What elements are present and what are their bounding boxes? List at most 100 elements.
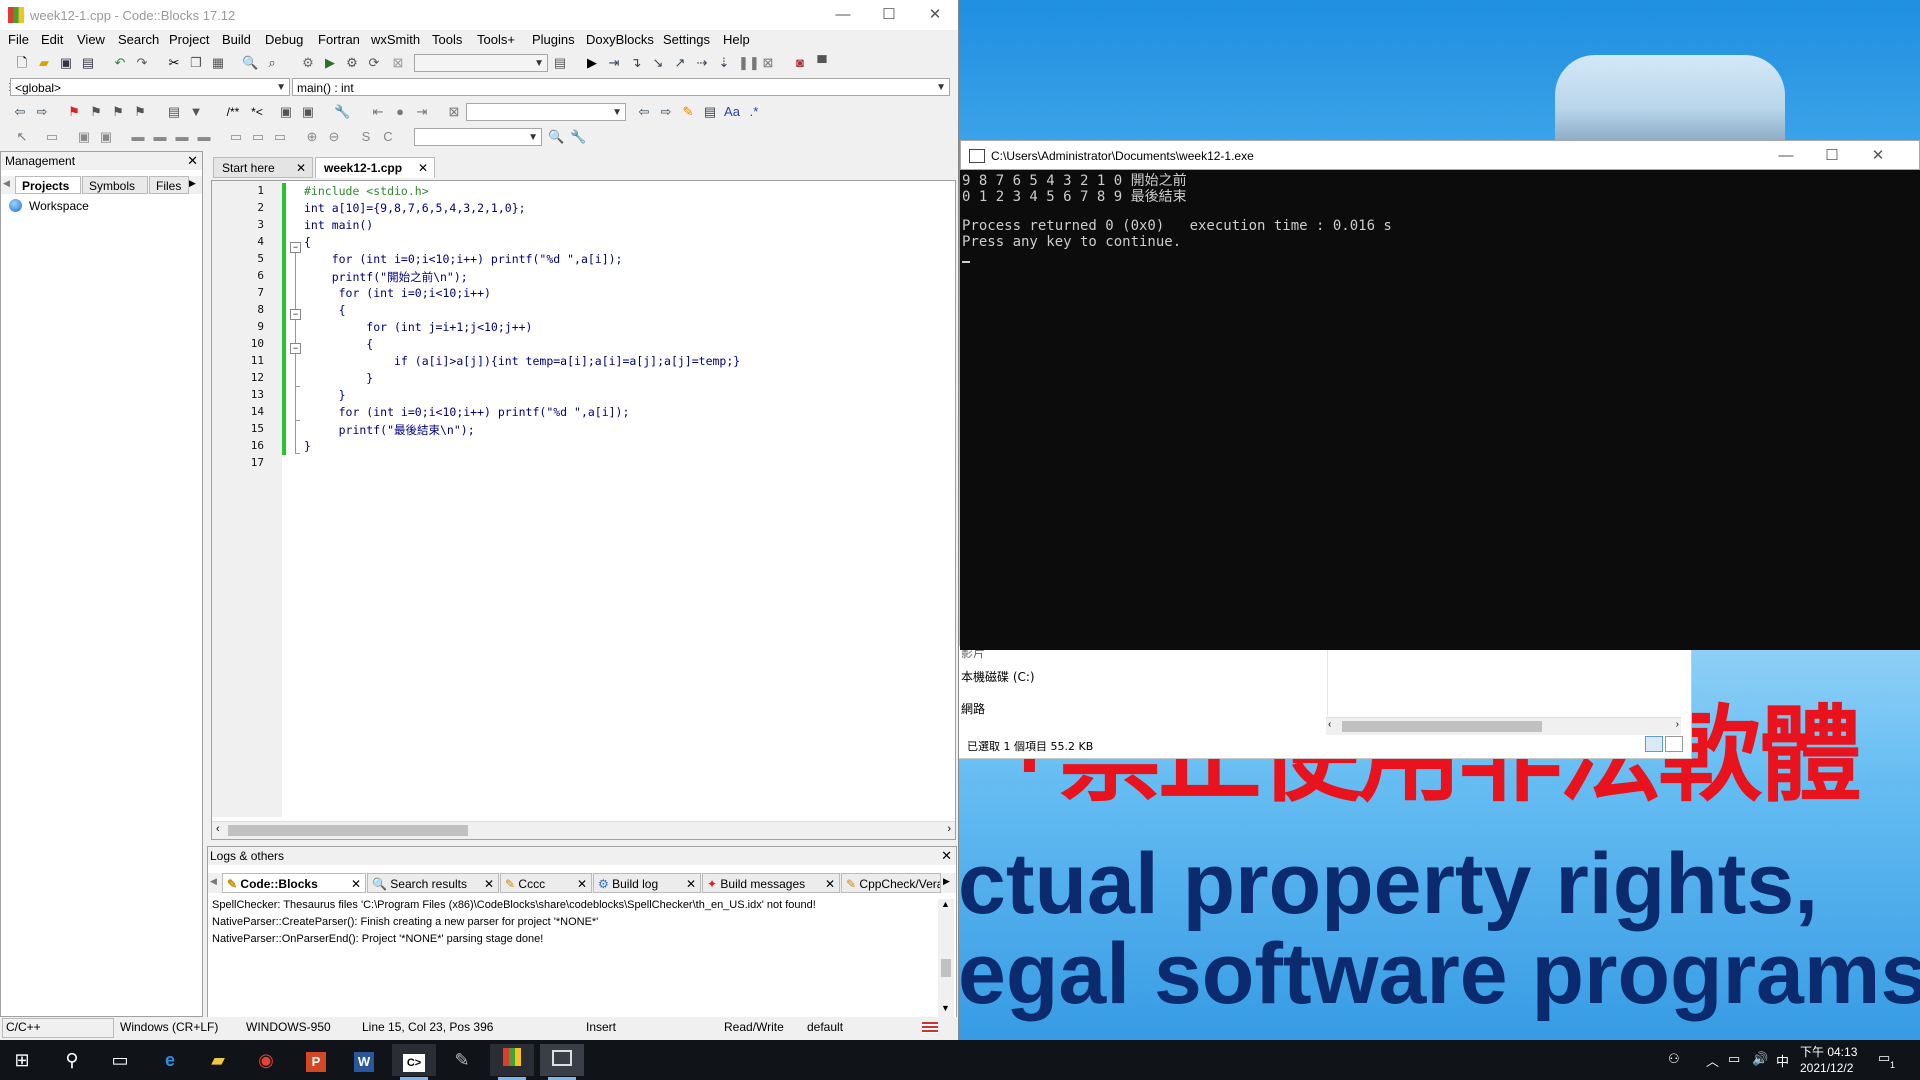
tab-cccc[interactable]: ✎ Cccc ✕ xyxy=(500,873,592,893)
tab-scroll-left-icon[interactable]: ◀ xyxy=(3,178,10,189)
static-box-icon[interactable]: ▬ xyxy=(196,129,212,145)
close-icon[interactable]: ✕ xyxy=(941,847,952,865)
explorer-nav-drive[interactable]: 本機磁碟 (C:) xyxy=(961,668,1035,685)
close-icon[interactable]: ✕ xyxy=(418,158,428,179)
close-button[interactable]: ✕ xyxy=(1855,141,1901,171)
debug-windows-icon[interactable]: ◙ xyxy=(792,55,808,71)
code-line[interactable]: printf("最後結束\n"); xyxy=(304,422,475,438)
code-line[interactable]: for (int j=i+1;j<10;j++) xyxy=(304,320,532,334)
word-icon[interactable]: W xyxy=(342,1044,386,1076)
scroll-right-icon[interactable]: › xyxy=(947,823,951,835)
doxy-run-icon[interactable]: ▼ xyxy=(188,104,204,120)
wrench-icon[interactable]: 🔧 xyxy=(334,104,350,120)
step-out-icon[interactable]: ↗ xyxy=(672,55,688,71)
close-icon[interactable]: ✕ xyxy=(686,874,696,892)
menu-fortran[interactable]: Fortran xyxy=(318,32,360,47)
run-icon[interactable]: ▶ xyxy=(322,55,338,71)
step-into-instruction-icon[interactable]: ⇣ xyxy=(716,55,732,71)
spellcheck-flag-icon[interactable] xyxy=(922,1022,938,1033)
tab-codeblocks-log[interactable]: ✎ Code::Blocks ✕ xyxy=(222,873,366,893)
debug-start-icon[interactable]: ▶ xyxy=(584,55,600,71)
volume-icon[interactable]: 🔊 xyxy=(1752,1051,1768,1067)
wxsmith-combo[interactable]: ▼ xyxy=(414,128,542,146)
code-line[interactable]: { xyxy=(304,337,373,351)
pointer-icon[interactable]: ↖ xyxy=(14,129,30,145)
doxy-extract-icon[interactable]: ▤ xyxy=(166,104,182,120)
menu-search[interactable]: Search xyxy=(118,32,159,47)
clock-date[interactable]: 2021/12/2 xyxy=(1800,1061,1853,1075)
people-icon[interactable]: ⚇ xyxy=(1668,1051,1680,1067)
tab-scroll-left-icon[interactable]: ◀ xyxy=(210,876,217,887)
stop-debug-icon[interactable]: ⊠ xyxy=(760,55,776,71)
menu-plugins[interactable]: Plugins xyxy=(532,32,575,47)
close-icon[interactable]: ✕ xyxy=(296,158,306,179)
close-icon[interactable]: ✕ xyxy=(825,874,835,892)
tab-week12-cpp[interactable]: week12-1.cpp ✕ xyxy=(315,157,435,178)
image-icon[interactable]: ▣ xyxy=(76,129,92,145)
menu-view[interactable]: View xyxy=(77,32,105,47)
fold-toggle-icon[interactable]: − xyxy=(290,343,301,354)
tools-icon[interactable]: 🔧 xyxy=(570,129,586,145)
margin-icon[interactable]: ▭ xyxy=(272,129,288,145)
highlight-icon[interactable]: ✎ xyxy=(680,104,696,120)
menu-wxsmith[interactable]: wxSmith xyxy=(371,32,420,47)
various-info-icon[interactable]: ▀ xyxy=(814,55,830,71)
editor-hscrollbar[interactable]: ‹ › xyxy=(212,821,955,839)
menu-help[interactable]: Help xyxy=(723,32,750,47)
menu-file[interactable]: File xyxy=(8,32,29,47)
search-next-icon[interactable]: ⇨ xyxy=(658,104,674,120)
scroll-right-icon[interactable]: › xyxy=(1676,719,1679,730)
zoom-out-icon[interactable]: ⊖ xyxy=(326,129,342,145)
codeblocks-taskbar-icon[interactable]: C> xyxy=(392,1044,436,1076)
prev-bookmark-icon[interactable]: ⚑ xyxy=(88,104,104,120)
code-line[interactable]: } xyxy=(304,371,373,385)
build-run-icon[interactable]: ⚙ xyxy=(344,55,360,71)
paste-icon[interactable]: ▦ xyxy=(210,55,226,71)
breakpoint-icon[interactable]: ● xyxy=(392,104,408,120)
scroll-down-icon[interactable]: ▼ xyxy=(941,1003,950,1013)
codeblocks-app-taskbar-icon[interactable] xyxy=(490,1044,534,1076)
code-line[interactable]: for (int i=0;i<10;i++) printf("%d ",a[i]… xyxy=(304,405,630,419)
workspace-item[interactable]: Workspace xyxy=(29,199,89,213)
tab-symbols[interactable]: Symbols xyxy=(82,176,148,194)
minimize-button[interactable]: — xyxy=(820,0,866,30)
code-line[interactable]: { xyxy=(304,303,346,317)
undo-icon[interactable]: ↶ xyxy=(112,55,128,71)
doxy-html-icon[interactable]: ▣ xyxy=(278,104,294,120)
close-icon[interactable]: ✕ xyxy=(351,874,361,892)
chrome-icon[interactable]: ◉ xyxy=(244,1044,288,1076)
abort-icon[interactable]: ⊠ xyxy=(390,55,406,71)
explorer-scroll-thumb[interactable] xyxy=(1342,721,1542,732)
scroll-up-icon[interactable]: ▲ xyxy=(941,899,950,909)
close-icon[interactable]: ✕ xyxy=(577,874,587,892)
tab-build-messages[interactable]: ✦ Build messages ✕ xyxy=(702,873,840,893)
powerpoint-icon[interactable]: P xyxy=(294,1044,338,1076)
search-icon[interactable]: 🔍 xyxy=(548,129,564,145)
scope-combo[interactable]: <global> ▼ xyxy=(10,78,290,96)
sizer-icon[interactable]: ▬ xyxy=(130,129,146,145)
file-explorer-icon[interactable]: ▰ xyxy=(196,1044,240,1076)
scroll-left-icon[interactable]: ‹ xyxy=(1328,719,1331,730)
tab-projects[interactable]: Projects xyxy=(15,176,81,194)
logs-vscrollbar[interactable]: ▲ ▼ xyxy=(938,899,954,1017)
code-line[interactable]: int a[10]={9,8,7,6,5,4,3,2,1,0}; xyxy=(304,201,526,215)
close-button[interactable]: ✕ xyxy=(912,0,958,30)
edge-icon[interactable]: e xyxy=(148,1044,192,1076)
find-icon[interactable]: 🔍 xyxy=(242,55,258,71)
new-file-icon[interactable]: 🗋 xyxy=(14,55,30,71)
ime-indicator[interactable]: 中 xyxy=(1776,1051,1789,1070)
tab-files[interactable]: Files xyxy=(149,176,189,194)
console-window[interactable]: C:\Users\Administrator\Documents\week12-… xyxy=(960,140,1920,650)
tray-chevron-up-icon[interactable]: ︿ xyxy=(1706,1051,1719,1070)
code-editor[interactable]: − − − ‹ › 1 2 3 4 5 6 7 8 9 10 11 12 13 14 15 16 17 #incl… xyxy=(211,180,956,840)
spacer-icon[interactable]: ▭ xyxy=(228,129,244,145)
rebuild-icon[interactable]: ⟳ xyxy=(366,55,382,71)
explorer-nav-network[interactable]: 網路 xyxy=(961,700,985,717)
function-combo[interactable]: main() : int ▼ xyxy=(292,78,950,96)
tab-scroll-right-icon[interactable]: ▶ xyxy=(189,178,196,189)
code-line[interactable]: { xyxy=(304,235,311,249)
jump-back-icon[interactable]: ⇦ xyxy=(12,104,28,120)
match-case-icon[interactable]: Aa xyxy=(724,104,740,120)
panel-icon[interactable]: ▭ xyxy=(44,129,60,145)
next-line-icon[interactable]: ↴ xyxy=(628,55,644,71)
